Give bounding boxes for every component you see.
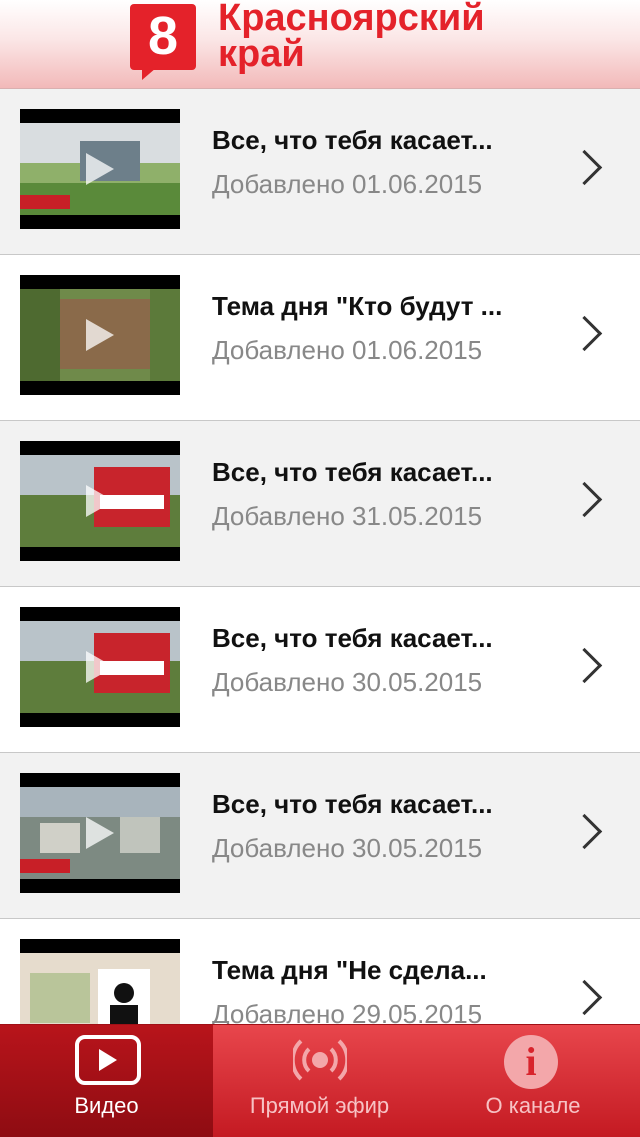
video-thumbnail bbox=[20, 441, 180, 561]
channel-title-line1: Красноярский bbox=[218, 0, 485, 39]
video-title: Все, что тебя касает... bbox=[212, 789, 493, 819]
video-play-icon bbox=[75, 1035, 141, 1085]
play-icon bbox=[86, 319, 114, 351]
video-date: Добавлено 30.05.2015 bbox=[212, 833, 483, 863]
chevron-right-icon bbox=[566, 315, 603, 352]
video-list-item[interactable]: Все, что тебя касает... Добавлено 30.05.… bbox=[0, 753, 640, 919]
tab-live-label: Прямой эфир bbox=[249, 1093, 390, 1118]
video-thumbnail bbox=[20, 773, 180, 893]
play-icon bbox=[86, 651, 114, 683]
info-icon: i bbox=[504, 1035, 558, 1089]
video-thumbnail bbox=[20, 607, 180, 727]
tab-live[interactable]: Прямой эфир bbox=[213, 1025, 426, 1137]
play-icon bbox=[86, 153, 114, 185]
app-header: 8 Красноярский край bbox=[0, 0, 640, 89]
channel-8-logo: 8 bbox=[130, 4, 196, 80]
play-icon bbox=[86, 817, 114, 849]
chevron-right-icon bbox=[566, 481, 603, 518]
chevron-right-icon bbox=[566, 647, 603, 684]
tab-video-label: Видео bbox=[74, 1093, 139, 1118]
broadcast-icon bbox=[293, 1039, 347, 1081]
channel-title-line2: край bbox=[218, 33, 305, 75]
video-list-item[interactable]: Все, что тебя касает... Добавлено 01.06.… bbox=[0, 89, 640, 255]
video-date: Добавлено 31.05.2015 bbox=[212, 501, 483, 531]
chevron-right-icon bbox=[566, 813, 603, 850]
video-date: Добавлено 01.06.2015 bbox=[212, 169, 483, 199]
video-list-item[interactable]: Тема дня "Кто будут ... Добавлено 01.06.… bbox=[0, 255, 640, 421]
play-icon bbox=[86, 485, 114, 517]
tab-about[interactable]: i О канале bbox=[426, 1025, 640, 1137]
video-title: Все, что тебя касает... bbox=[212, 457, 493, 487]
video-list-item[interactable]: Все, что тебя касает... Добавлено 31.05.… bbox=[0, 421, 640, 587]
channel-title: Красноярский край bbox=[218, 0, 485, 75]
tab-about-label: О канале bbox=[485, 1093, 581, 1118]
video-thumbnail bbox=[20, 275, 180, 395]
video-thumbnail bbox=[20, 109, 180, 229]
video-title: Все, что тебя касает... bbox=[212, 125, 493, 155]
tab-bar: Видео Прямой эфир i О канале bbox=[0, 1024, 640, 1137]
chevron-right-icon bbox=[566, 149, 603, 186]
video-list-item[interactable]: Все, что тебя касает... Добавлено 30.05.… bbox=[0, 587, 640, 753]
video-date: Добавлено 01.06.2015 bbox=[212, 335, 483, 365]
video-title: Тема дня "Не сдела... bbox=[212, 955, 487, 985]
video-list: Все, что тебя касает... Добавлено 01.06.… bbox=[0, 89, 640, 1085]
logo-number: 8 bbox=[147, 6, 179, 66]
chevron-right-icon bbox=[566, 979, 603, 1016]
video-title: Все, что тебя касает... bbox=[212, 623, 493, 653]
video-title: Тема дня "Кто будут ... bbox=[212, 291, 503, 321]
tab-video[interactable]: Видео bbox=[0, 1025, 213, 1137]
logo-tail bbox=[142, 68, 156, 80]
video-date: Добавлено 30.05.2015 bbox=[212, 667, 483, 697]
